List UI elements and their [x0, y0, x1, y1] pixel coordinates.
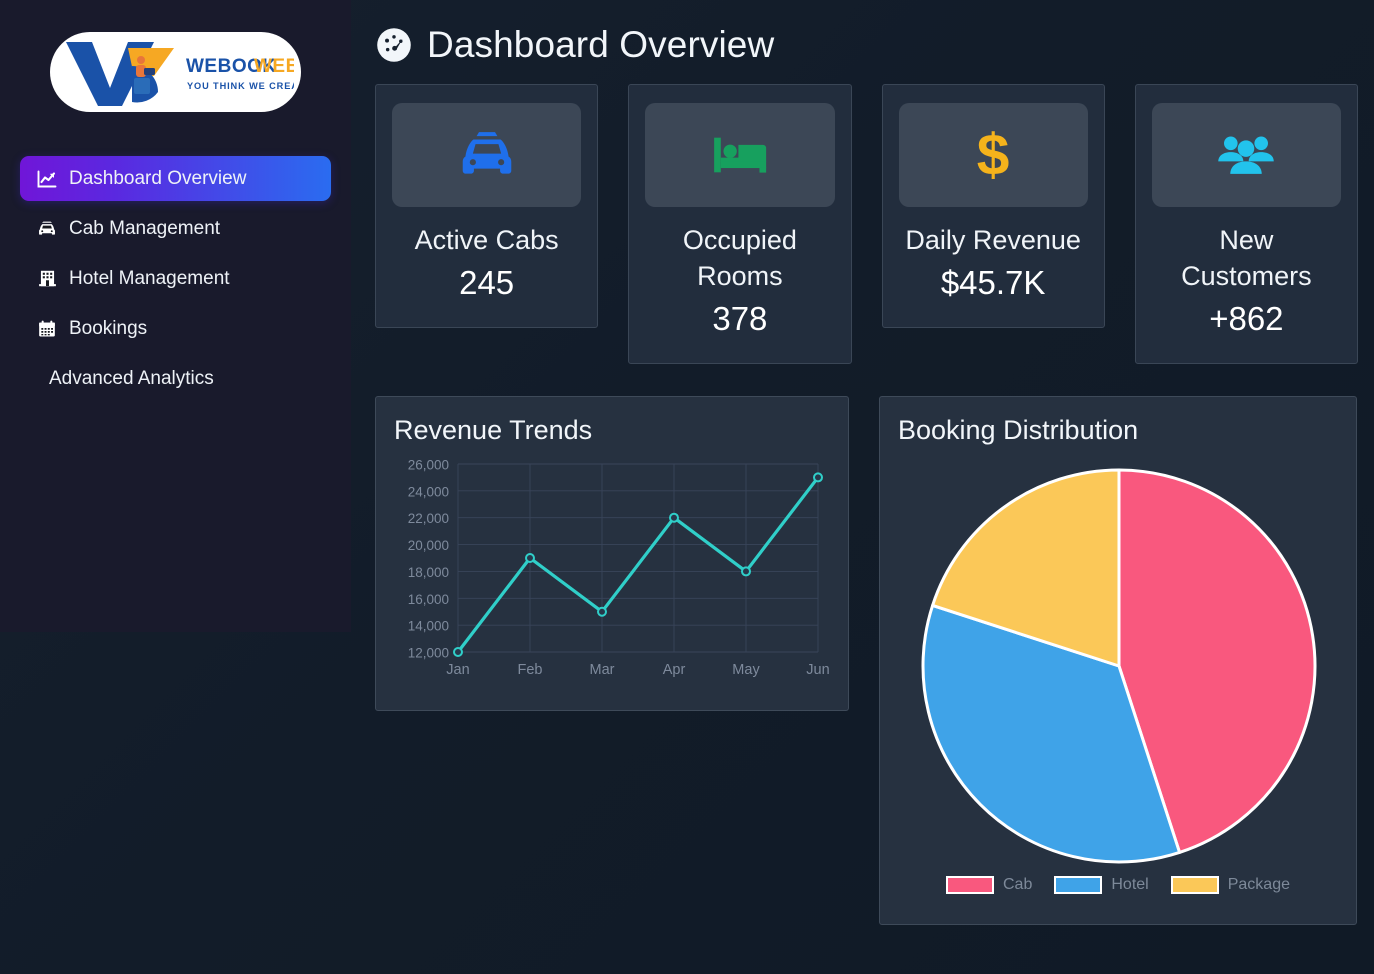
stats-row: Active Cabs 245 Occupied Rooms 378 $ — [375, 84, 1358, 364]
legend-swatch — [1054, 876, 1102, 894]
stat-icon-container — [645, 103, 834, 207]
tachometer-gauge-icon — [375, 26, 413, 64]
booking-distribution-panel: Booking Distribution Cab Hotel Package — [879, 396, 1357, 925]
svg-text:12,000: 12,000 — [408, 646, 449, 661]
chart-line-icon — [36, 168, 58, 190]
page-header: Dashboard Overview — [375, 24, 1358, 66]
hotel-building-icon — [36, 268, 58, 290]
revenue-line-chart[interactable]: 12,000 14,000 16,000 18,000 20,000 22,000 24,0… — [394, 454, 830, 692]
svg-text:18,000: 18,000 — [408, 565, 449, 580]
svg-text:20,000: 20,000 — [408, 538, 449, 553]
svg-text:Jun: Jun — [806, 662, 829, 678]
users-group-icon — [1214, 123, 1278, 187]
taxi-icon — [455, 123, 519, 187]
stat-card-daily-revenue[interactable]: $ Daily Revenue $45.7K — [882, 84, 1105, 328]
sidebar-item-cab-management[interactable]: Cab Management — [20, 206, 331, 251]
panel-title: Revenue Trends — [394, 415, 830, 446]
legend-label: Cab — [1003, 876, 1032, 894]
sidebar-item-label: Bookings — [69, 318, 147, 340]
svg-text:WEB: WEB — [254, 56, 294, 77]
svg-text:26,000: 26,000 — [408, 458, 449, 473]
sidebar: WEBOOK WEB YOU THINK WE CREATE Dashboard… — [0, 0, 351, 632]
booking-pie-chart[interactable] — [898, 454, 1338, 874]
sidebar-item-label: Cab Management — [69, 218, 220, 240]
charts-row: Revenue Trends 12,000 14,000 16,000 18,000 2… — [375, 396, 1358, 925]
stat-card-active-cabs[interactable]: Active Cabs 245 — [375, 84, 598, 328]
svg-text:Apr: Apr — [663, 662, 686, 678]
sidebar-item-label: Advanced Analytics — [49, 368, 214, 390]
stat-card-new-customers[interactable]: New Customers +862 — [1135, 84, 1358, 364]
legend-swatch — [946, 876, 994, 894]
stat-label: Active Cabs — [392, 223, 581, 259]
legend-swatch — [1171, 876, 1219, 894]
sidebar-item-bookings[interactable]: Bookings — [20, 306, 331, 351]
sidebar-item-advanced-analytics[interactable]: Advanced Analytics — [20, 356, 331, 401]
svg-text:Jan: Jan — [446, 662, 469, 678]
pie-legend: Cab Hotel Package — [898, 876, 1338, 894]
stat-label: Daily Revenue — [899, 223, 1088, 259]
stat-icon-container: $ — [899, 103, 1088, 207]
svg-text:22,000: 22,000 — [408, 512, 449, 527]
stat-value: $45.7K — [899, 261, 1088, 306]
stat-label: New Customers — [1152, 223, 1341, 295]
stat-value: +862 — [1152, 297, 1341, 342]
stat-icon-container — [392, 103, 581, 207]
legend-item-cab[interactable]: Cab — [946, 876, 1032, 894]
revenue-trends-panel: Revenue Trends 12,000 14,000 16,000 18,000 2… — [375, 396, 849, 711]
sidebar-item-dashboard-overview[interactable]: Dashboard Overview — [20, 156, 331, 201]
calendar-icon — [36, 318, 58, 340]
bed-icon — [708, 123, 772, 187]
sidebar-item-label: Hotel Management — [69, 268, 230, 290]
stat-icon-container — [1152, 103, 1341, 207]
legend-item-package[interactable]: Package — [1171, 876, 1290, 894]
svg-text:YOU THINK WE CREATE: YOU THINK WE CREATE — [187, 81, 294, 91]
main-content: Dashboard Overview Active Cabs 245 — [351, 0, 1374, 974]
brand-logo[interactable]: WEBOOK WEB YOU THINK WE CREATE — [50, 32, 301, 112]
sidebar-item-hotel-management[interactable]: Hotel Management — [20, 256, 331, 301]
sidebar-nav: Dashboard Overview Cab Management — [20, 156, 331, 401]
stat-value: 378 — [645, 297, 834, 342]
svg-text:$: $ — [977, 123, 1010, 187]
svg-text:Mar: Mar — [590, 662, 615, 678]
legend-item-hotel[interactable]: Hotel — [1054, 876, 1148, 894]
svg-text:16,000: 16,000 — [408, 592, 449, 607]
dollar-sign-icon: $ — [961, 123, 1025, 187]
svg-text:14,000: 14,000 — [408, 619, 449, 634]
webookweb-logo-icon: WEBOOK WEB YOU THINK WE CREATE — [58, 36, 294, 108]
stat-label: Occupied Rooms — [645, 223, 834, 295]
stat-value: 245 — [392, 261, 581, 306]
svg-text:May: May — [732, 662, 760, 678]
sidebar-item-label: Dashboard Overview — [69, 168, 246, 190]
legend-label: Hotel — [1111, 876, 1148, 894]
stat-card-occupied-rooms[interactable]: Occupied Rooms 378 — [628, 84, 851, 364]
page-title: Dashboard Overview — [427, 24, 774, 66]
svg-text:24,000: 24,000 — [408, 485, 449, 500]
svg-text:Feb: Feb — [518, 662, 543, 678]
taxi-icon — [36, 218, 58, 240]
legend-label: Package — [1228, 876, 1290, 894]
panel-title: Booking Distribution — [898, 415, 1338, 446]
